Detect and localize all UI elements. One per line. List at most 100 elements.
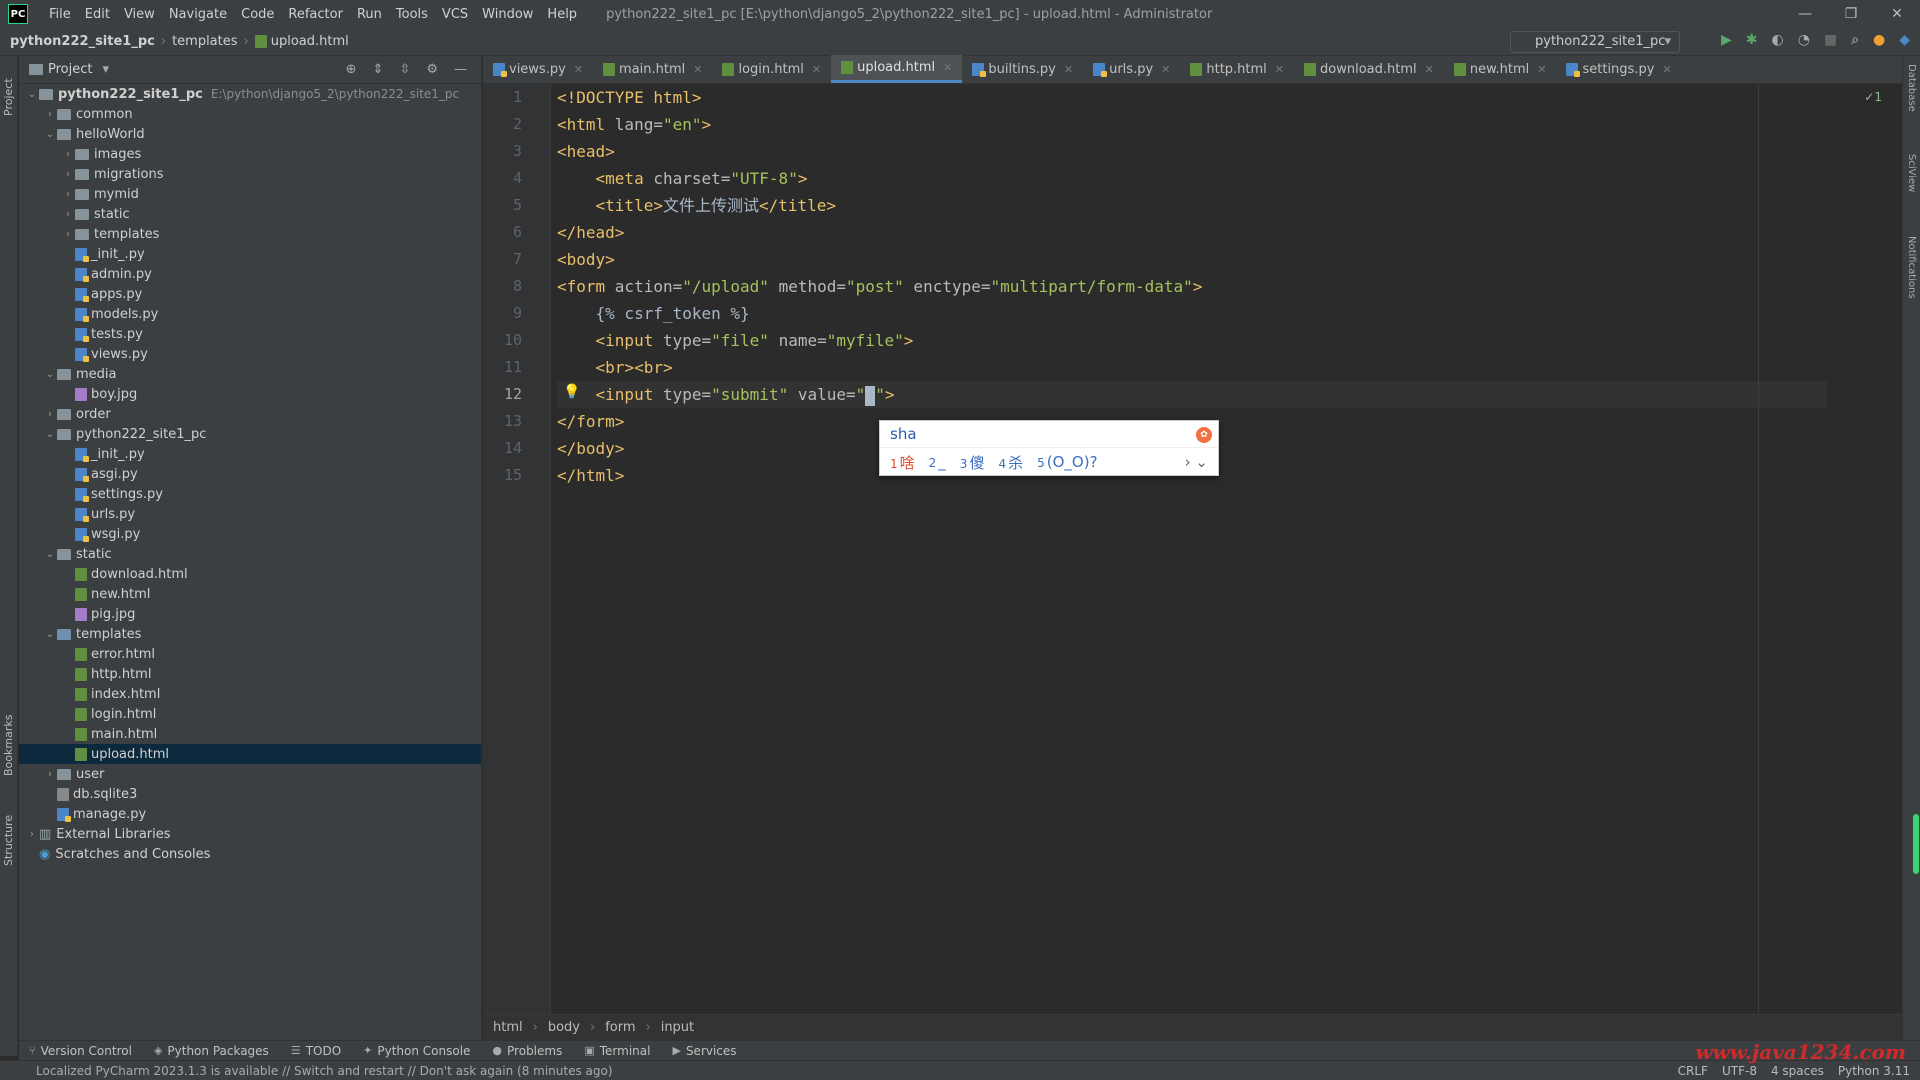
- menu-item-view[interactable]: View: [117, 7, 162, 22]
- chevron-down-icon[interactable]: ⌄: [43, 629, 57, 640]
- close-icon[interactable]: ✕: [1537, 63, 1546, 76]
- editor-tab[interactable]: upload.html ✕: [831, 55, 963, 83]
- minimize-icon[interactable]: —: [1782, 0, 1828, 28]
- collapse-all-icon[interactable]: ⇳: [399, 62, 410, 77]
- tree-item[interactable]: new.html: [19, 584, 481, 604]
- breadcrumb-html[interactable]: html: [493, 1020, 523, 1035]
- chevron-right-icon[interactable]: ›: [43, 769, 57, 780]
- tree-item[interactable]: ◉ Scratches and Consoles: [19, 844, 481, 864]
- editor-tab[interactable]: main.html ✕: [593, 55, 712, 83]
- run-configuration-select[interactable]: python222_site1_pc ▾: [1510, 31, 1680, 53]
- project-tool-tab[interactable]: Project: [2, 56, 15, 116]
- tool-todo[interactable]: ☰ TODO: [291, 1044, 341, 1058]
- tree-item[interactable]: ⌄ python222_site1_pc: [19, 424, 481, 444]
- tree-item[interactable]: ⌄ static: [19, 544, 481, 564]
- inspection-status[interactable]: ✓1: [1864, 90, 1882, 104]
- locate-icon[interactable]: ⊕: [346, 62, 357, 77]
- tool-version-control[interactable]: ⑂ Version Control: [29, 1044, 132, 1058]
- tree-item[interactable]: › ▥ External Libraries: [19, 824, 481, 844]
- tree-item[interactable]: urls.py: [19, 504, 481, 524]
- close-icon[interactable]: ✕: [1874, 0, 1920, 28]
- close-icon[interactable]: ✕: [574, 63, 583, 76]
- tree-item[interactable]: › order: [19, 404, 481, 424]
- nav-crumb-file[interactable]: upload.html: [271, 34, 349, 49]
- tree-item[interactable]: › static: [19, 204, 481, 224]
- tree-item[interactable]: asgi.py: [19, 464, 481, 484]
- maximize-icon[interactable]: ❐: [1828, 0, 1874, 28]
- tool-problems[interactable]: ● Problems: [492, 1044, 562, 1058]
- chevron-right-icon[interactable]: ›: [61, 169, 75, 180]
- tool-python-console[interactable]: ✦ Python Console: [363, 1044, 470, 1058]
- close-icon[interactable]: ✕: [1425, 63, 1434, 76]
- tree-item[interactable]: db.sqlite3: [19, 784, 481, 804]
- tree-item[interactable]: models.py: [19, 304, 481, 324]
- code-line[interactable]: {% csrf_token %}: [557, 300, 1827, 327]
- editor-tab[interactable]: builtins.py ✕: [962, 55, 1083, 83]
- database-tool-tab[interactable]: Database: [1906, 64, 1917, 134]
- ime-candidate[interactable]: 5 (O_O)?: [1037, 453, 1097, 471]
- project-panel-title[interactable]: Project: [48, 62, 92, 77]
- close-icon[interactable]: ✕: [1064, 63, 1073, 76]
- profile-icon[interactable]: ◔: [1798, 32, 1810, 48]
- menu-item-window[interactable]: Window: [475, 7, 540, 22]
- menu-item-navigate[interactable]: Navigate: [162, 7, 234, 22]
- nav-crumb-folder[interactable]: templates: [172, 34, 237, 49]
- debug-icon[interactable]: ✱: [1746, 32, 1758, 48]
- status-widget[interactable]: 4 spaces: [1771, 1064, 1824, 1078]
- tree-item[interactable]: › images: [19, 144, 481, 164]
- editor-tab[interactable]: urls.py ✕: [1083, 55, 1180, 83]
- status-widget[interactable]: CRLF: [1678, 1064, 1708, 1078]
- menu-item-vcs[interactable]: VCS: [435, 7, 475, 22]
- tree-item[interactable]: boy.jpg: [19, 384, 481, 404]
- tree-item[interactable]: ⌄ templates: [19, 624, 481, 644]
- tool-services[interactable]: ▶ Services: [672, 1044, 736, 1058]
- structure-tool-tab[interactable]: Structure: [2, 796, 15, 866]
- editor-tab[interactable]: settings.py ✕: [1556, 55, 1681, 83]
- menu-item-tools[interactable]: Tools: [389, 7, 435, 22]
- close-icon[interactable]: ✕: [1161, 63, 1170, 76]
- chevron-right-icon[interactable]: ›: [25, 829, 39, 840]
- coverage-icon[interactable]: ◐: [1771, 32, 1783, 48]
- tree-item[interactable]: › common: [19, 104, 481, 124]
- chevron-down-icon[interactable]: ⌄: [43, 429, 57, 440]
- menu-item-help[interactable]: Help: [540, 7, 584, 22]
- code-line[interactable]: </head>: [557, 219, 1827, 246]
- chevron-down-icon[interactable]: ⌄: [43, 549, 57, 560]
- ime-candidate[interactable]: 1啥: [890, 452, 915, 473]
- ime-page-nav[interactable]: › ⌄: [1185, 453, 1208, 471]
- notifications-tool-tab[interactable]: Notifications: [1906, 236, 1917, 326]
- sciview-tool-tab[interactable]: SciView: [1906, 154, 1917, 214]
- tree-item[interactable]: main.html: [19, 724, 481, 744]
- tree-item[interactable]: › mymid: [19, 184, 481, 204]
- breadcrumb-input[interactable]: input: [661, 1020, 694, 1035]
- status-widget[interactable]: UTF-8: [1722, 1064, 1757, 1078]
- hide-icon[interactable]: —: [454, 62, 467, 77]
- code-line[interactable]: <input type="file" name="myfile">: [557, 327, 1827, 354]
- stop-icon[interactable]: ■: [1824, 32, 1837, 48]
- tree-item[interactable]: login.html: [19, 704, 481, 724]
- tree-item[interactable]: download.html: [19, 564, 481, 584]
- close-icon[interactable]: ✕: [1662, 63, 1671, 76]
- ime-candidate[interactable]: 4杀: [998, 452, 1023, 473]
- chevron-right-icon[interactable]: ›: [61, 189, 75, 200]
- run-icon[interactable]: ▶: [1721, 32, 1732, 48]
- tree-item[interactable]: settings.py: [19, 484, 481, 504]
- nav-crumb-project[interactable]: python222_site1_pc: [10, 34, 155, 49]
- tree-item[interactable]: views.py: [19, 344, 481, 364]
- code-editor[interactable]: 1 2 3 4 5 6 7 8 9 10 11 12 13 14 15 <!DOCTYPE html> <ht…: [483, 84, 1902, 1014]
- chevron-down-icon[interactable]: ⌄: [43, 369, 57, 380]
- chevron-right-icon[interactable]: ›: [61, 149, 75, 160]
- chevron-down-icon[interactable]: ▾: [102, 62, 109, 77]
- close-icon[interactable]: ✕: [943, 61, 952, 74]
- breadcrumb-form[interactable]: form: [605, 1020, 635, 1035]
- chevron-right-icon[interactable]: ›: [43, 109, 57, 120]
- menu-item-run[interactable]: Run: [350, 7, 389, 22]
- scroll-indicator[interactable]: [1913, 814, 1919, 874]
- tree-item[interactable]: http.html: [19, 664, 481, 684]
- code-line[interactable]: <html lang="en">: [557, 111, 1827, 138]
- code-line[interactable]: <br><br>: [557, 354, 1827, 381]
- editor-tab[interactable]: login.html ✕: [712, 55, 831, 83]
- chevron-down-icon[interactable]: ⌄: [25, 89, 39, 100]
- ime-candidate[interactable]: 2 _: [929, 453, 946, 471]
- status-message[interactable]: Localized PyCharm 2023.1.3 is available …: [36, 1064, 613, 1078]
